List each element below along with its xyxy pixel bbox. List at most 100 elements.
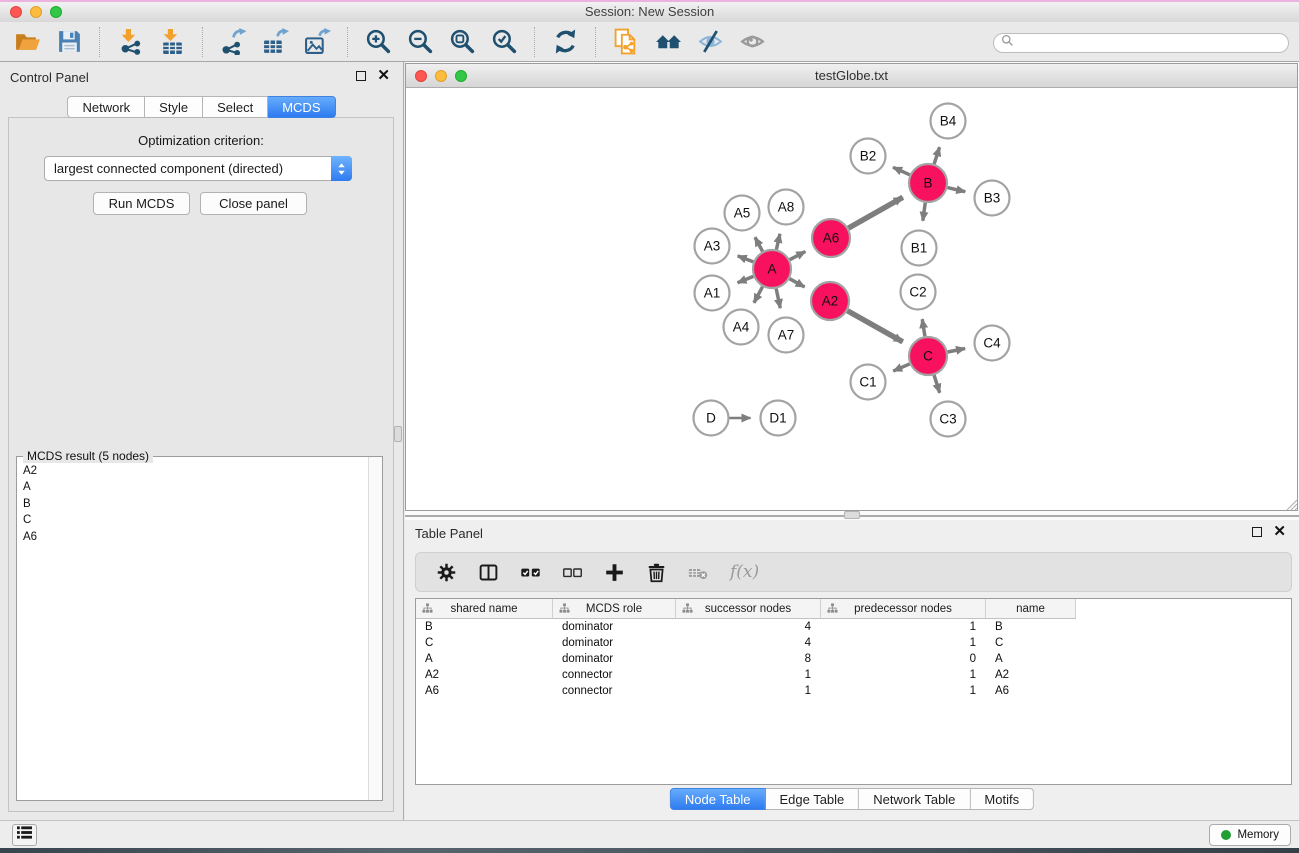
- mcds-result-item[interactable]: A6: [23, 529, 362, 545]
- table-row[interactable]: Bdominator41B: [416, 619, 1291, 635]
- table-cell[interactable]: 1: [676, 667, 821, 683]
- graph-edge-A-A4[interactable]: [754, 287, 763, 303]
- table-row[interactable]: Adominator80A: [416, 651, 1291, 667]
- minimize-window-button[interactable]: [30, 6, 42, 18]
- tab-select[interactable]: Select: [203, 96, 268, 118]
- add-icon[interactable]: [604, 562, 625, 583]
- network-canvas[interactable]: AA1A2A3A4A5A6A7A8BB1B2B3B4CC1C2C3C4DD1: [406, 88, 1297, 510]
- column-header-shared-name[interactable]: shared name: [416, 599, 553, 619]
- table-cell[interactable]: A2: [986, 667, 1076, 683]
- minimize-view-button[interactable]: [435, 70, 447, 82]
- open-folder-icon[interactable]: [10, 26, 44, 58]
- tab-style[interactable]: Style: [145, 96, 203, 118]
- zoom-selected-icon[interactable]: [487, 26, 521, 58]
- table-cell[interactable]: A6: [416, 683, 553, 699]
- hide-graphics-icon[interactable]: [693, 26, 727, 58]
- graph-edge-C-C4[interactable]: [948, 348, 965, 352]
- table-cell[interactable]: B: [986, 619, 1076, 635]
- result-scrollbar[interactable]: [368, 457, 382, 800]
- graph-edge-B-B2[interactable]: [893, 167, 910, 175]
- save-icon[interactable]: [52, 26, 86, 58]
- table-row[interactable]: A2connector11A2: [416, 667, 1291, 683]
- maximize-view-button[interactable]: [455, 70, 467, 82]
- table-cell[interactable]: C: [416, 635, 553, 651]
- task-history-button[interactable]: [12, 824, 37, 846]
- close-window-button[interactable]: [10, 6, 22, 18]
- export-network-icon[interactable]: [216, 26, 250, 58]
- graph-edge-C-C1[interactable]: [893, 364, 909, 371]
- table-cell[interactable]: 1: [821, 619, 986, 635]
- tab-network[interactable]: Network: [67, 96, 145, 118]
- close-table-panel-icon[interactable]: ✕: [1273, 526, 1286, 537]
- search-box[interactable]: [993, 33, 1289, 53]
- graph-edge-C-C3[interactable]: [934, 375, 940, 393]
- table-cell[interactable]: C: [986, 635, 1076, 651]
- select-all-icon[interactable]: [520, 562, 541, 583]
- home-icon[interactable]: [651, 26, 685, 58]
- mcds-result-item[interactable]: B: [23, 496, 362, 512]
- vertical-splitter-handle[interactable]: [394, 426, 402, 442]
- column-header-successor-nodes[interactable]: successor nodes: [676, 599, 821, 619]
- graph-edge-A-A3[interactable]: [738, 256, 754, 262]
- zoom-out-icon[interactable]: [403, 26, 437, 58]
- graph-edge-A-A2[interactable]: [790, 279, 805, 287]
- table-cell[interactable]: 0: [821, 651, 986, 667]
- table-cell[interactable]: connector: [553, 683, 676, 699]
- mcds-result-item[interactable]: A: [23, 479, 362, 495]
- table-cell[interactable]: A2: [416, 667, 553, 683]
- gear-icon[interactable]: [436, 562, 457, 583]
- table-cell[interactable]: B: [416, 619, 553, 635]
- memory-button[interactable]: Memory: [1209, 824, 1291, 846]
- delete-table-icon[interactable]: [688, 562, 709, 583]
- tab-edge-table[interactable]: Edge Table: [765, 788, 859, 810]
- table-cell[interactable]: 1: [821, 667, 986, 683]
- close-panel-button[interactable]: Close panel: [200, 192, 307, 215]
- export-table-icon[interactable]: [258, 26, 292, 58]
- float-table-panel-icon[interactable]: [1252, 527, 1262, 537]
- table-cell[interactable]: connector: [553, 667, 676, 683]
- graph-edge-A-A1[interactable]: [738, 276, 754, 282]
- import-table-icon[interactable]: [155, 26, 189, 58]
- graph-edge-A-A5[interactable]: [755, 237, 763, 251]
- graph-edge-B-B3[interactable]: [947, 188, 965, 192]
- horizontal-splitter-handle[interactable]: [844, 511, 860, 519]
- table-cell[interactable]: dominator: [553, 635, 676, 651]
- table-cell[interactable]: 1: [821, 683, 986, 699]
- export-image-icon[interactable]: [300, 26, 334, 58]
- criterion-select[interactable]: largest connected component (directed): [44, 156, 352, 181]
- function-builder-icon[interactable]: f(x): [730, 562, 759, 582]
- graph-edge-A-A8[interactable]: [776, 234, 780, 250]
- table-cell[interactable]: 1: [821, 635, 986, 651]
- graph-edge-A6-B[interactable]: [848, 197, 902, 228]
- graph-edge-B-B4[interactable]: [934, 147, 939, 164]
- table-cell[interactable]: 1: [676, 683, 821, 699]
- tab-motifs[interactable]: Motifs: [970, 788, 1034, 810]
- import-network-icon[interactable]: [113, 26, 147, 58]
- tab-mcds[interactable]: MCDS: [268, 96, 335, 118]
- table-cell[interactable]: 8: [676, 651, 821, 667]
- graph-edge-B-B1[interactable]: [923, 203, 925, 221]
- graph-edge-A-A6[interactable]: [790, 251, 806, 259]
- table-row[interactable]: Cdominator41C: [416, 635, 1291, 651]
- graph-edge-C-C2[interactable]: [922, 319, 925, 336]
- graph-edge-A2-C[interactable]: [847, 311, 902, 342]
- resize-grip-icon[interactable]: [1284, 497, 1297, 510]
- refresh-icon[interactable]: [548, 26, 582, 58]
- table-cell[interactable]: 4: [676, 619, 821, 635]
- zoom-fit-icon[interactable]: [445, 26, 479, 58]
- table-cell[interactable]: dominator: [553, 619, 676, 635]
- mcds-result-item[interactable]: C: [23, 512, 362, 528]
- float-panel-icon[interactable]: [356, 71, 366, 81]
- tab-network-table[interactable]: Network Table: [859, 788, 970, 810]
- column-header-name[interactable]: name: [986, 599, 1076, 619]
- table-cell[interactable]: A: [416, 651, 553, 667]
- table-cell[interactable]: 4: [676, 635, 821, 651]
- column-header-mcds-role[interactable]: MCDS role: [553, 599, 676, 619]
- table-row[interactable]: A6connector11A6: [416, 683, 1291, 699]
- columns-icon[interactable]: [478, 562, 499, 583]
- tab-node-table[interactable]: Node Table: [670, 788, 766, 810]
- table-cell[interactable]: dominator: [553, 651, 676, 667]
- graph-edge-A-A7[interactable]: [776, 289, 780, 309]
- close-view-button[interactable]: [415, 70, 427, 82]
- mcds-result-item[interactable]: A2: [23, 463, 362, 479]
